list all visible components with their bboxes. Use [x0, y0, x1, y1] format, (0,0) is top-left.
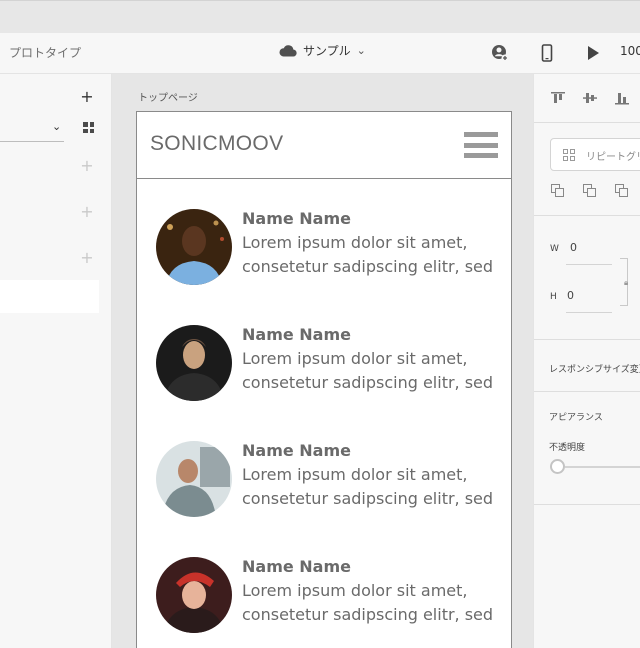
divider — [534, 391, 640, 392]
item-description: Lorem ipsum dolor sit amet, consetetur s… — [242, 581, 494, 624]
item-name: Name Name — [242, 557, 351, 576]
selected-list-item[interactable] — [0, 280, 99, 313]
item-name: Name Name — [242, 209, 351, 228]
window-titlebar — [0, 0, 640, 33]
brand-logo-text: SONICMOOV — [150, 132, 284, 155]
height-label: H — [550, 292, 557, 302]
repeat-grid-label: リピートグリッド — [586, 152, 640, 163]
boolean-subtract-icon[interactable] — [583, 184, 597, 198]
width-field-underline — [566, 264, 612, 265]
chevron-down-icon: ⌄ — [356, 44, 366, 57]
item-description: Lorem ipsum dolor sit amet, consetetur s… — [242, 349, 494, 392]
divider — [534, 215, 640, 216]
width-label: W — [550, 244, 559, 254]
add-icon[interactable]: + — [79, 248, 95, 267]
divider — [534, 122, 640, 123]
avatar — [156, 325, 232, 401]
item-name: Name Name — [242, 325, 351, 344]
grid-view-icon[interactable] — [83, 122, 94, 133]
prototype-mode-tab[interactable]: プロトタイプ — [9, 44, 81, 61]
mobile-preview-icon[interactable] — [537, 43, 557, 63]
left-panel: + ⌄ + + + — [0, 74, 112, 648]
add-icon[interactable]: + — [79, 87, 95, 106]
avatar — [156, 441, 232, 517]
item-description: Lorem ipsum dolor sit amet, consetetur s… — [242, 465, 494, 508]
divider — [534, 339, 640, 340]
width-field[interactable]: 0 — [570, 241, 577, 254]
height-field-underline — [566, 312, 612, 313]
boolean-intersect-icon[interactable] — [615, 184, 629, 198]
list-item[interactable]: Name Name Lorem ipsum dolor sit amet, co… — [137, 325, 511, 425]
top-toolbar: プロトタイプ サンプル ⌄ 100 — [0, 33, 640, 74]
opacity-slider-track[interactable] — [565, 466, 640, 468]
align-middle-icon[interactable] — [582, 90, 598, 110]
zoom-level[interactable]: 100 — [620, 44, 640, 58]
avatar — [156, 209, 232, 285]
dropdown-underline — [0, 141, 64, 142]
artboard-label[interactable]: トップページ — [138, 89, 198, 104]
add-icon[interactable]: + — [79, 156, 95, 175]
hamburger-menu-icon[interactable] — [464, 132, 498, 158]
align-bottom-icon[interactable] — [614, 90, 630, 110]
boolean-add-icon[interactable] — [551, 184, 565, 198]
align-top-icon[interactable] — [550, 90, 566, 110]
play-icon[interactable] — [583, 43, 603, 63]
app-header: SONICMOOV — [137, 112, 511, 179]
chevron-down-icon[interactable]: ⌄ — [52, 120, 61, 133]
repeat-grid-button[interactable]: リピートグリッド — [550, 138, 640, 171]
list-item[interactable]: Name Name Lorem ipsum dolor sit amet, co… — [137, 441, 511, 541]
property-inspector: リピートグリッド W 0 H 0 🔒︎ レスポンシブサイズ変更 アピアランス 不… — [533, 74, 640, 648]
avatar — [156, 557, 232, 633]
document-title-dropdown[interactable]: サンプル ⌄ — [279, 42, 366, 59]
lock-icon[interactable]: 🔒︎ — [624, 278, 628, 288]
item-description: Lorem ipsum dolor sit amet, consetetur s… — [242, 233, 494, 276]
divider — [534, 504, 640, 505]
item-name: Name Name — [242, 441, 351, 460]
responsive-resize-label[interactable]: レスポンシブサイズ変更 — [549, 362, 640, 375]
share-user-icon[interactable] — [490, 43, 510, 63]
document-title: サンプル — [303, 44, 351, 58]
appearance-heading: アピアランス — [549, 413, 603, 423]
add-icon[interactable]: + — [79, 202, 95, 221]
list-item[interactable]: Name Name Lorem ipsum dolor sit amet, co… — [137, 557, 511, 648]
height-field[interactable]: 0 — [567, 289, 574, 302]
repeat-grid-icon — [563, 149, 575, 161]
list-item[interactable]: Name Name Lorem ipsum dolor sit amet, co… — [137, 209, 511, 309]
artboard[interactable]: SONICMOOV Name Name Lorem ipsum dolor si… — [136, 111, 512, 648]
cloud-icon — [279, 44, 297, 57]
opacity-slider-handle[interactable] — [550, 459, 565, 474]
opacity-label: 不透明度 — [549, 443, 586, 453]
